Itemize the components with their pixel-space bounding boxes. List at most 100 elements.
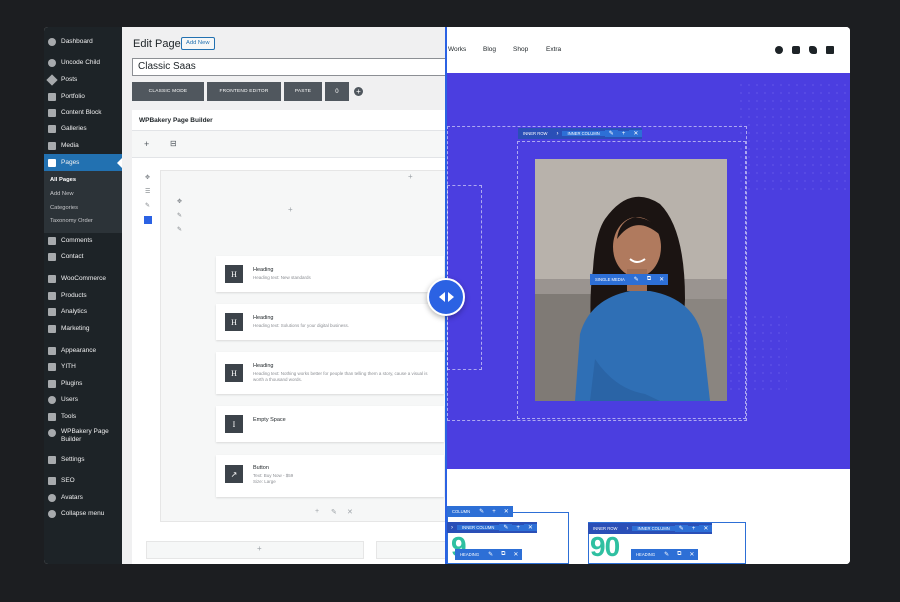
sidebar-item-seo[interactable]: SEO	[44, 473, 122, 489]
close-icon[interactable]: ✕	[655, 276, 668, 283]
row-layout-icon[interactable]: ☰	[145, 188, 150, 195]
paste-button[interactable]: Paste	[284, 82, 322, 101]
copy-icon[interactable]: ⧉	[497, 551, 509, 558]
bottom-section: Column ✎ + ✕ › Inner Column ✎ + ✕ 9 Head…	[447, 469, 850, 564]
submenu-taxonomy-order[interactable]: Taxonomy Order	[50, 218, 93, 224]
column-edit-icon[interactable]: ✎	[331, 508, 337, 516]
column-add-icon[interactable]: +	[315, 508, 319, 515]
sidebar-item-users[interactable]: Users	[44, 392, 122, 408]
dashboard-icon	[48, 38, 56, 46]
element-card-empty-space[interactable]: I Empty Space	[216, 406, 444, 442]
sidebar-item-plugins[interactable]: Plugins	[44, 376, 122, 392]
sidebar-item-pages[interactable]: Pages	[44, 154, 122, 171]
sidebar-item-content-block[interactable]: Content Block	[44, 105, 122, 121]
close-icon[interactable]: ✕	[699, 525, 713, 532]
inner-row-edit-icon[interactable]: ✎	[177, 212, 182, 219]
chevron-right-icon[interactable]: ›	[622, 526, 632, 532]
copy-icon[interactable]: ⧉	[643, 276, 655, 283]
facebook-icon[interactable]	[775, 46, 783, 54]
submenu-all-pages[interactable]: All Pages	[50, 177, 76, 183]
add-icon[interactable]: +	[617, 130, 630, 137]
submenu-categories[interactable]: Categories	[50, 205, 78, 211]
element-card-heading[interactable]: H Heading Heading text: New standards	[216, 256, 444, 292]
row-edit-icon[interactable]: ✎	[145, 202, 150, 209]
add-circle-icon[interactable]: +	[354, 87, 363, 96]
edit-icon[interactable]: ✎	[604, 130, 618, 137]
row-move-icon[interactable]: ✥	[145, 174, 150, 181]
sidebar-item-dashboard[interactable]: Dashboard	[44, 34, 122, 50]
element-card-heading[interactable]: H Heading Heading text: Solutions for yo…	[216, 304, 444, 340]
sidebar-item-products[interactable]: Products	[44, 288, 122, 304]
column-delete-icon[interactable]: ✕	[347, 508, 353, 516]
add-icon[interactable]: +	[488, 509, 500, 515]
nav-blog[interactable]: Blog	[483, 46, 496, 53]
row-add-icon[interactable]: +	[408, 172, 413, 181]
row-add-icon[interactable]: +	[257, 544, 262, 553]
inner-row-move-icon[interactable]: ✥	[177, 198, 182, 205]
close-icon[interactable]: ✕	[685, 551, 698, 558]
sidebar-item-galleries[interactable]: Galleries	[44, 121, 122, 137]
sidebar-item-media[interactable]: Media	[44, 138, 122, 154]
wpbakery-icon	[48, 429, 56, 437]
copy-icon[interactable]: ⧉	[673, 551, 685, 558]
add-icon[interactable]: +	[687, 525, 700, 532]
sidebar-item-woocommerce[interactable]: WooCommerce	[44, 271, 122, 287]
sidebar-item-settings[interactable]: Settings	[44, 452, 122, 468]
close-icon[interactable]: ✕	[523, 524, 537, 531]
sidebar-item-uncode-child[interactable]: Uncode Child	[44, 55, 122, 71]
sidebar-item-wpbakery[interactable]: WPBakery Page Builder	[44, 428, 122, 450]
edit-icon[interactable]: ✎	[630, 276, 643, 283]
frontend-editor-button[interactable]: Frontend Editor	[207, 82, 281, 101]
close-icon[interactable]: ✕	[500, 508, 513, 515]
sidebar-item-avatars[interactable]: Avatars	[44, 490, 122, 506]
add-new-button[interactable]: Add New	[181, 37, 215, 50]
edit-icon[interactable]: ✎	[660, 551, 673, 558]
post-title-input[interactable]: Classic Saas	[132, 58, 446, 76]
edit-icon[interactable]: ✎	[484, 551, 497, 558]
sidebar-item-comments[interactable]: Comments	[44, 233, 122, 249]
social-icon[interactable]	[826, 46, 834, 54]
sidebar-item-posts[interactable]: Posts	[44, 72, 122, 88]
edit-icon[interactable]: ✎	[499, 524, 513, 531]
settings-icon	[48, 456, 56, 464]
close-icon[interactable]: ✕	[629, 130, 643, 137]
edit-icon[interactable]: ✎	[674, 525, 688, 532]
nav-shop[interactable]: Shop	[513, 46, 528, 53]
heading-toolbar[interactable]: Heading ✎ ⧉ ✕	[455, 549, 523, 560]
templates-icon[interactable]: ⊟	[170, 139, 177, 148]
inner-row-add-icon[interactable]: +	[288, 205, 293, 214]
nav-works[interactable]: Works	[448, 46, 466, 53]
sidebar-item-tools[interactable]: Tools	[44, 409, 122, 425]
sidebar-item-analytics[interactable]: Analytics	[44, 304, 122, 320]
sidebar-item-appearance[interactable]: Appearance	[44, 343, 122, 359]
inner-row-pencil-icon[interactable]: ✎	[177, 226, 182, 233]
split-drag-handle[interactable]	[427, 278, 465, 316]
sidebar-item-contact[interactable]: Contact	[44, 249, 122, 265]
element-card-button[interactable]: ↗ Button Text: Buy Now - $59 Size: Large	[216, 455, 444, 497]
nav-extra[interactable]: Extra	[546, 46, 561, 53]
sidebar-item-yith[interactable]: YITH	[44, 359, 122, 375]
youtube-icon[interactable]	[792, 46, 800, 54]
twitter-icon[interactable]	[809, 46, 817, 54]
column-toolbar[interactable]: Column ✎ + ✕	[447, 506, 513, 517]
heading-toolbar[interactable]: Heading ✎ ⧉ ✕	[631, 549, 699, 560]
add-icon[interactable]: +	[512, 524, 524, 531]
chevron-right-icon[interactable]: ›	[552, 131, 562, 137]
builder-row: +	[146, 541, 364, 559]
edit-icon[interactable]: ✎	[475, 508, 488, 515]
element-title: Heading	[253, 267, 274, 273]
close-icon[interactable]: ✕	[509, 551, 522, 558]
single-media-toolbar[interactable]: Single Media ✎ ⧉ ✕	[590, 274, 669, 285]
sidebar-item-portfolio[interactable]: Portfolio	[44, 89, 122, 105]
classic-mode-button[interactable]: Classic Mode	[132, 82, 204, 101]
element-subtitle: Heading text: Nothing works better for p…	[253, 371, 428, 382]
chevron-right-icon[interactable]: ›	[447, 525, 457, 531]
add-element-icon[interactable]: +	[144, 139, 149, 149]
element-card-heading[interactable]: H Heading Heading text: Nothing works be…	[216, 352, 444, 394]
element-subtitle: Heading text: New standards	[253, 275, 311, 280]
sidebar-item-marketing[interactable]: Marketing	[44, 321, 122, 337]
sidebar-item-collapse[interactable]: Collapse menu	[44, 506, 122, 522]
element-subtitle: Heading text: Solutions for your digital…	[253, 323, 350, 328]
submenu-add-new[interactable]: Add New	[50, 191, 74, 197]
inner-row-toolbar[interactable]: Inner Row › Inner Column ✎ + ✕	[518, 128, 643, 139]
